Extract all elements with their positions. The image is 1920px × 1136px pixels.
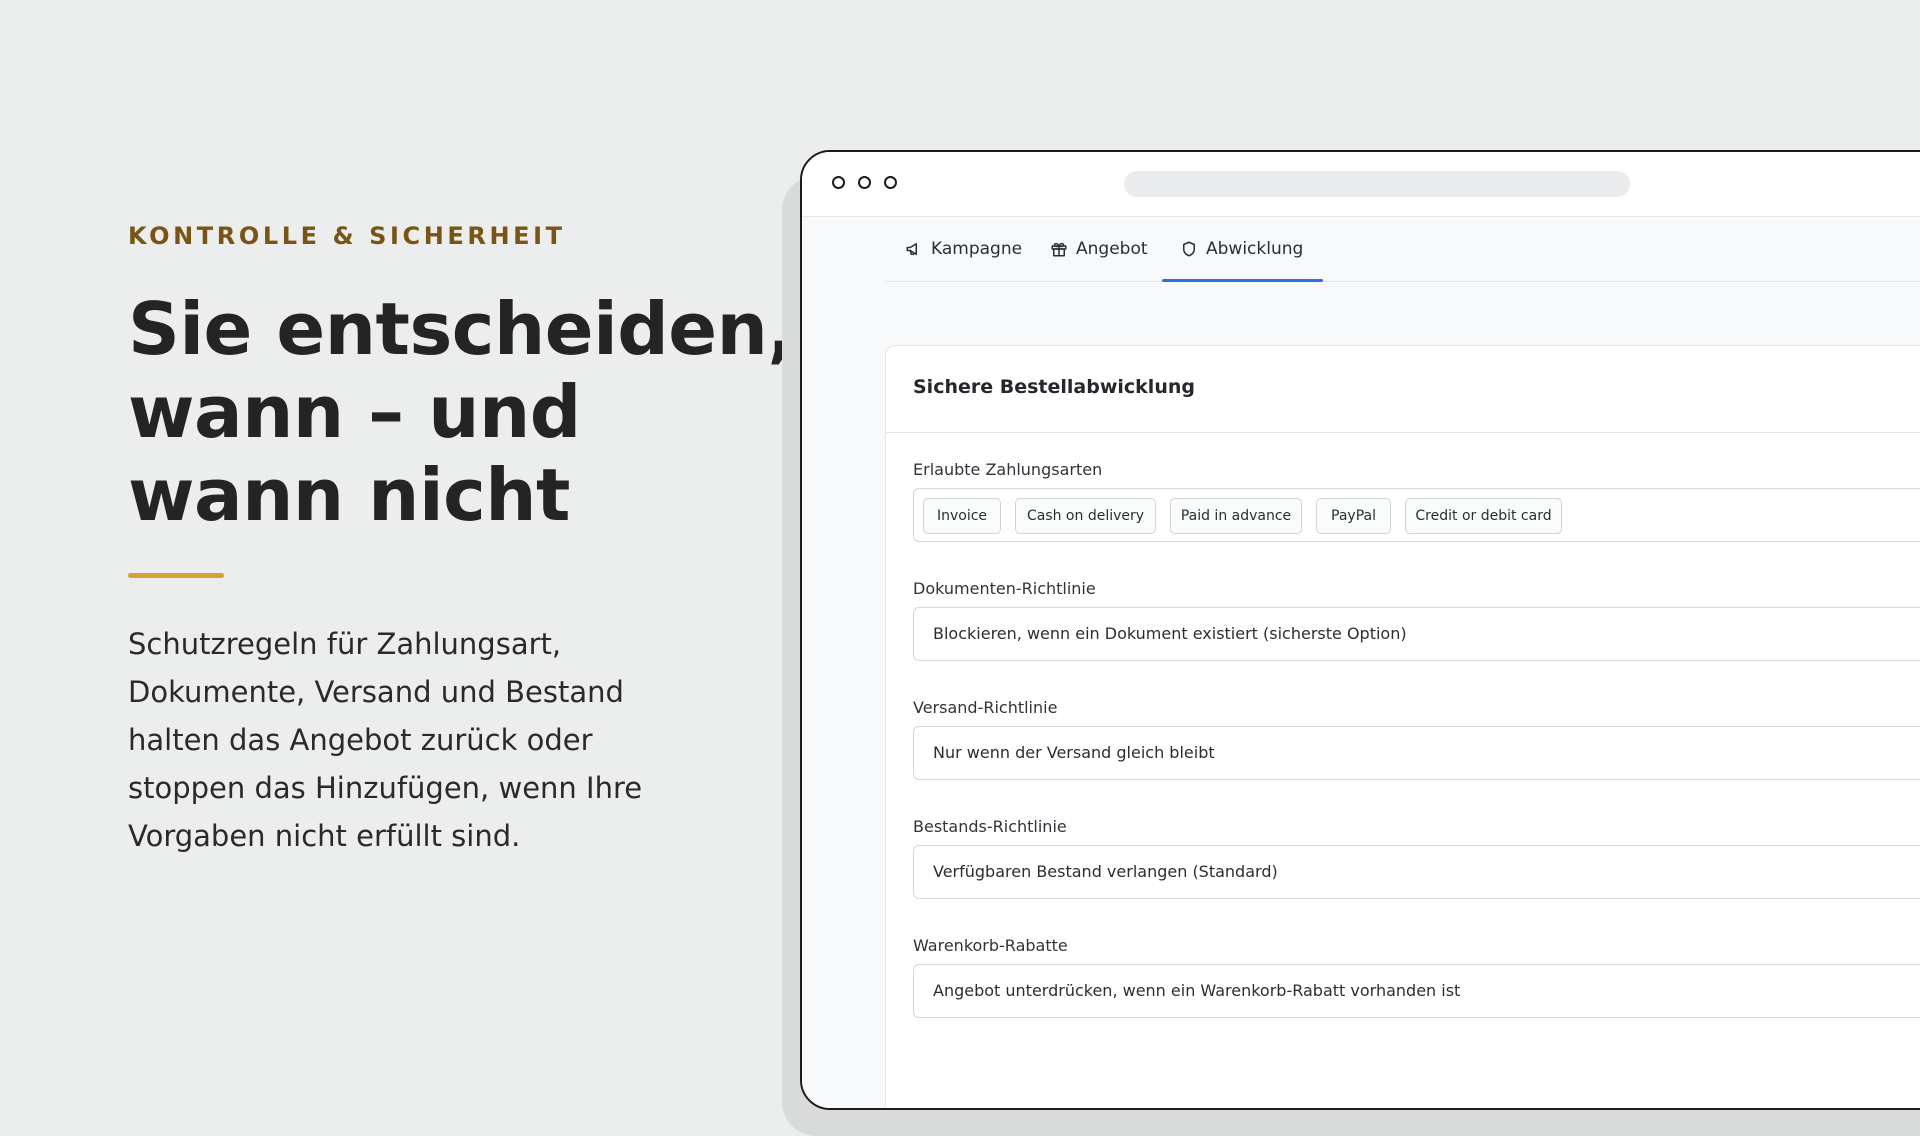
stock-policy-value: Verfügbaren Bestand verlangen (Standard) xyxy=(933,862,1278,881)
document-policy-label: Dokumenten-Richtlinie xyxy=(913,579,1096,598)
payment-methods-multiselect[interactable]: Invoice Cash on delivery Paid in advance… xyxy=(913,488,1920,542)
shipping-policy-select[interactable]: Nur wenn der Versand gleich bleibt xyxy=(913,726,1920,780)
browser-titlebar xyxy=(802,152,1920,217)
payment-methods-label: Erlaubte Zahlungsarten xyxy=(913,460,1103,479)
address-bar[interactable] xyxy=(1124,171,1630,197)
description-line: Schutzregeln für Zahlungsart, xyxy=(128,627,562,661)
window-control-dot-icon[interactable] xyxy=(832,176,845,189)
description-line: halten das Angebot zurück oder xyxy=(128,723,593,757)
app-content: Kampagne Angebot Abwicklung Sichere Best… xyxy=(802,217,1920,1108)
card-header: Sichere Bestellabwicklung xyxy=(886,346,1920,433)
shield-icon xyxy=(1183,241,1195,257)
tab-abwicklung[interactable]: Abwicklung xyxy=(1161,217,1324,282)
stock-policy-label: Bestands-Richtlinie xyxy=(913,817,1067,836)
shipping-policy-value: Nur wenn der Versand gleich bleibt xyxy=(933,743,1215,762)
headline-line: wann – und xyxy=(128,370,581,454)
megaphone-icon xyxy=(906,243,917,255)
hero-headline: Sie entscheiden, wann – und wann nicht xyxy=(128,287,795,537)
settings-card: Sichere Bestellabwicklung Erlaubte Zahlu… xyxy=(885,345,1920,1108)
tab-angebot[interactable]: Angebot xyxy=(1050,217,1148,281)
tab-label: Angebot xyxy=(1076,239,1148,259)
payment-chip-paid-in-advance[interactable]: Paid in advance xyxy=(1170,498,1302,534)
description-line: Vorgaben nicht erfüllt sind. xyxy=(128,819,521,853)
payment-chip-cash-on-delivery[interactable]: Cash on delivery xyxy=(1015,498,1156,534)
cart-discounts-value: Angebot unterdrücken, wenn ein Warenkorb… xyxy=(933,981,1461,1000)
document-policy-value: Blockieren, wenn ein Dokument existiert … xyxy=(933,624,1407,643)
payment-chip-invoice[interactable]: Invoice xyxy=(923,498,1001,534)
headline-line: Sie entscheiden, xyxy=(128,287,795,371)
window-control-dot-icon[interactable] xyxy=(884,176,897,189)
tab-kampagne[interactable]: Kampagne xyxy=(905,217,1022,281)
cart-discounts-select[interactable]: Angebot unterdrücken, wenn ein Warenkorb… xyxy=(913,964,1920,1018)
shipping-policy-label: Versand-Richtlinie xyxy=(913,698,1058,717)
accent-divider xyxy=(128,573,224,578)
tab-label: Kampagne xyxy=(931,239,1023,259)
cart-discounts-label: Warenkorb-Rabatte xyxy=(913,936,1068,955)
gift-icon xyxy=(1051,242,1067,257)
description-line: Dokumente, Versand und Bestand xyxy=(128,675,624,709)
hero-description: Schutzregeln für Zahlungsart, Dokumente,… xyxy=(128,620,728,860)
eyebrow-label: KONTROLLE & SICHERHEIT xyxy=(128,222,566,250)
payment-chip-credit-card[interactable]: Credit or debit card xyxy=(1405,498,1562,534)
tab-label: Abwicklung xyxy=(1206,239,1304,259)
description-line: stoppen das Hinzufügen, wenn Ihre xyxy=(128,771,643,805)
headline-line: wann nicht xyxy=(128,453,570,537)
browser-window: Kampagne Angebot Abwicklung Sichere Best… xyxy=(800,150,1920,1110)
stock-policy-select[interactable]: Verfügbaren Bestand verlangen (Standard) xyxy=(913,845,1920,899)
window-control-dot-icon[interactable] xyxy=(858,176,871,189)
card-title: Sichere Bestellabwicklung xyxy=(913,376,1195,398)
tab-bar: Kampagne Angebot Abwicklung xyxy=(885,217,1920,282)
payment-chip-paypal[interactable]: PayPal xyxy=(1316,498,1391,534)
document-policy-select[interactable]: Blockieren, wenn ein Dokument existiert … xyxy=(913,607,1920,661)
